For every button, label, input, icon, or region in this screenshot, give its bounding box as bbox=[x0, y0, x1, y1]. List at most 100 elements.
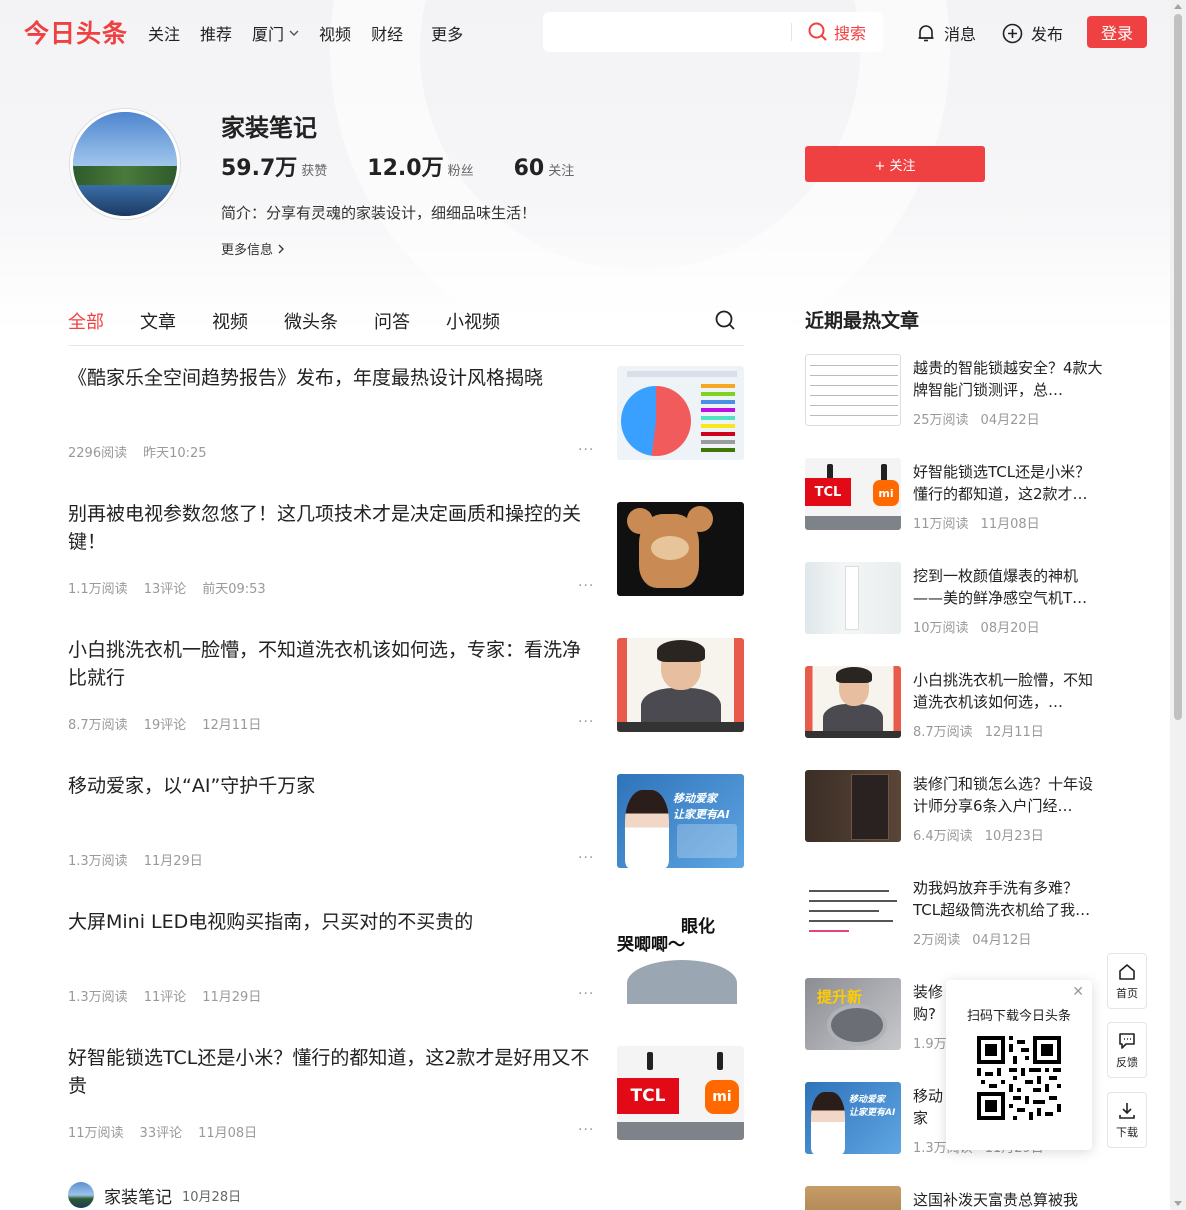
float-home-button[interactable]: 首页 bbox=[1107, 953, 1147, 1009]
profile-bio: 简介：分享有灵魂的家装设计，细细品味生活！ bbox=[221, 204, 537, 222]
feed-thumbnail[interactable]: 移动爱家 让家更有AI bbox=[617, 774, 744, 868]
feed-item: 《酷家乐全空间趋势报告》发布，年度最热设计风格揭晓 2296阅读 昨天10:25… bbox=[68, 346, 744, 482]
feed-reads: 1.3万阅读 bbox=[68, 990, 128, 1005]
search-button[interactable]: 搜索 bbox=[808, 20, 866, 44]
likes-label: 获赞 bbox=[301, 164, 328, 179]
feed-title[interactable]: 大屏Mini LED电视购买指南，只买对的不买贵的 bbox=[68, 908, 596, 936]
feed-title[interactable]: 别再被电视参数忽悠了！这几项技术才是决定画质和操控的关键！ bbox=[68, 500, 596, 556]
plus-circle-icon bbox=[1002, 23, 1023, 43]
fans-count: 12.0万 bbox=[367, 156, 444, 181]
close-icon[interactable]: ✕ bbox=[1072, 984, 1084, 1000]
feed-time: 11月29日 bbox=[202, 990, 262, 1005]
page-scrollbar[interactable] bbox=[1170, 0, 1186, 1210]
float-feedback-button[interactable]: 反馈 bbox=[1107, 1022, 1147, 1078]
feed-thumbnail[interactable] bbox=[617, 502, 744, 596]
xiaomi-logo: mi bbox=[873, 480, 899, 506]
hot-article-thumbnail[interactable] bbox=[805, 770, 901, 842]
more-dots-icon[interactable]: ··· bbox=[578, 850, 594, 866]
feed-title[interactable]: 移动爱家，以“AI”守护千万家 bbox=[68, 772, 596, 800]
hot-article-thumbnail[interactable]: TCL mi bbox=[805, 458, 901, 530]
tab-articles[interactable]: 文章 bbox=[140, 308, 176, 334]
tab-short-videos[interactable]: 小视频 bbox=[446, 308, 500, 334]
chevron-right-icon bbox=[278, 244, 285, 254]
hot-article-thumbnail[interactable] bbox=[805, 874, 901, 946]
hot-article-title[interactable]: 劝我妈放弃手洗有多难？TCL超级筒洗衣机给了我… bbox=[913, 877, 1103, 921]
author-name[interactable]: 家装笔记 bbox=[104, 1183, 172, 1208]
feed-reads: 11万阅读 bbox=[68, 1126, 124, 1141]
nav-links: 关注 推荐 厦门 视频 财经 更多 bbox=[148, 21, 483, 45]
nav-link-recommend[interactable]: 推荐 bbox=[200, 21, 232, 45]
hot-article-thumbnail[interactable]: 移动爱家 让家更有AI bbox=[805, 1082, 901, 1154]
hot-article-thumbnail[interactable] bbox=[805, 1186, 901, 1210]
hot-article-title[interactable]: 装修门和锁怎么选？十年设计师分享6条入户门经… bbox=[913, 773, 1103, 817]
hot-article-title[interactable]: 挖到一枚颜值爆表的神机——美的鲜净感空气机T… bbox=[913, 565, 1103, 609]
tab-videos[interactable]: 视频 bbox=[212, 308, 248, 334]
nav-link-finance[interactable]: 财经 bbox=[371, 21, 403, 45]
tab-search-button[interactable] bbox=[714, 309, 736, 335]
feed-comments: 11评论 bbox=[143, 990, 187, 1005]
search-input[interactable] bbox=[543, 13, 791, 51]
feed-meta: 2296阅读 昨天10:25 bbox=[68, 442, 223, 461]
more-dots-icon[interactable]: ··· bbox=[578, 986, 594, 1002]
login-button[interactable]: 登录 bbox=[1087, 16, 1147, 48]
feed-title[interactable]: 小白挑洗衣机一脸懵，不知道洗衣机该如何选，专家：看洗净比就行 bbox=[68, 636, 596, 692]
hot-article-title[interactable]: 越贵的智能锁越安全？4款大牌智能门锁测评，总… bbox=[913, 357, 1103, 401]
search-divider bbox=[791, 23, 792, 41]
following-label: 关注 bbox=[548, 164, 575, 179]
hot-articles-title: 近期最热文章 bbox=[805, 310, 920, 332]
scrollbar-thumb[interactable] bbox=[1174, 14, 1182, 720]
nav-link-city[interactable]: 厦门 bbox=[252, 21, 299, 45]
messages-label: 消息 bbox=[944, 25, 977, 44]
toutiao-logo[interactable]: 今日头条 bbox=[24, 14, 128, 50]
feed-reads: 1.1万阅读 bbox=[68, 582, 128, 597]
hot-article-title[interactable]: 好智能锁选TCL还是小米？懂行的都知道，这2款才… bbox=[913, 461, 1103, 505]
tab-all[interactable]: 全部 bbox=[68, 308, 104, 334]
hot-article-meta: 2万阅读 04月12日 bbox=[913, 933, 1032, 948]
scroll-down-arrow-icon[interactable] bbox=[1174, 1201, 1182, 1206]
hot-article-title[interactable]: 小白挑洗衣机一脸懵，不知道洗衣机该如何选，… bbox=[913, 669, 1103, 713]
more-info-link[interactable]: 更多信息 bbox=[221, 239, 285, 258]
hot-article-title[interactable]: 这国补泼天富贵总算被我 bbox=[913, 1189, 1103, 1210]
tab-micro-posts[interactable]: 微头条 bbox=[284, 308, 338, 334]
hot-article-thumbnail[interactable] bbox=[805, 666, 901, 738]
profile-stats: 59.7万 获赞 12.0万 粉丝 60 关注 bbox=[221, 150, 614, 182]
more-dots-icon[interactable]: ··· bbox=[578, 442, 594, 458]
following-stat[interactable]: 60 关注 bbox=[514, 156, 575, 181]
feed-time: 昨天10:25 bbox=[143, 446, 207, 461]
more-dots-icon[interactable]: ··· bbox=[578, 578, 594, 594]
qr-download-popup: ✕ 扫码下载今日头条 bbox=[946, 980, 1092, 1150]
nav-link-video[interactable]: 视频 bbox=[319, 21, 351, 45]
feed-time: 11月29日 bbox=[143, 854, 203, 869]
follow-button[interactable]: + 关注 bbox=[805, 146, 985, 182]
more-dots-icon[interactable]: ··· bbox=[578, 1122, 594, 1138]
hot-article-thumbnail[interactable] bbox=[805, 562, 901, 634]
feed-title[interactable]: 好智能锁选TCL还是小米？懂行的都知道，这2款才是好用又不贵 bbox=[68, 1044, 596, 1100]
feed-title[interactable]: 《酷家乐全空间趋势报告》发布，年度最热设计风格揭晓 bbox=[68, 364, 596, 392]
hot-article-thumbnail[interactable] bbox=[805, 354, 901, 426]
scroll-up-arrow-icon[interactable] bbox=[1174, 4, 1182, 9]
profile-avatar[interactable] bbox=[70, 109, 180, 219]
hot-article-meta: 11万阅读 11月08日 bbox=[913, 517, 1040, 532]
feed-thumbnail[interactable] bbox=[617, 638, 744, 732]
hot-article-meta: 6.4万阅读 10月23日 bbox=[913, 829, 1044, 844]
messages-button[interactable]: 消息 bbox=[916, 21, 976, 45]
search-icon bbox=[715, 310, 735, 330]
more-dots-icon[interactable]: ··· bbox=[578, 714, 594, 730]
feed-reads: 8.7万阅读 bbox=[68, 718, 128, 733]
fans-stat[interactable]: 12.0万 粉丝 bbox=[367, 150, 473, 182]
feed-time: 11月08日 bbox=[198, 1126, 258, 1141]
feed-thumbnail[interactable]: 眼化 哭唧唧～ bbox=[617, 910, 744, 1004]
publish-label: 发布 bbox=[1031, 25, 1064, 44]
feed-thumbnail[interactable]: TCL mi bbox=[617, 1046, 744, 1140]
publish-button[interactable]: 发布 bbox=[1002, 21, 1063, 45]
float-home-label: 首页 bbox=[1116, 986, 1138, 1000]
hot-article-item: TCL mi 好智能锁选TCL还是小米？懂行的都知道，这2款才… 11万阅读 11… bbox=[805, 458, 1105, 562]
avatar[interactable] bbox=[68, 1182, 94, 1208]
feed-comments: 13评论 bbox=[143, 582, 187, 597]
nav-link-more[interactable]: 更多 bbox=[431, 21, 463, 45]
feed-thumbnail[interactable] bbox=[617, 366, 744, 460]
tab-qa[interactable]: 问答 bbox=[374, 308, 410, 334]
hot-article-thumbnail[interactable]: 提升新 bbox=[805, 978, 901, 1050]
nav-link-follow[interactable]: 关注 bbox=[148, 21, 180, 45]
float-download-button[interactable]: 下载 bbox=[1107, 1092, 1147, 1148]
